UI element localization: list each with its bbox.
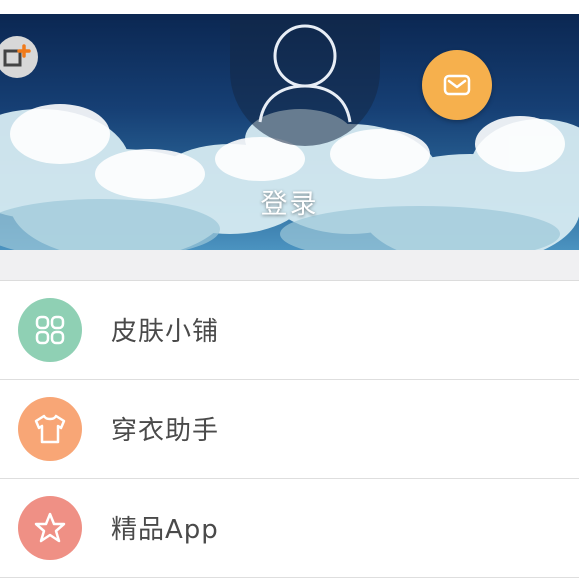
status-bar-strip bbox=[0, 0, 579, 14]
menu-item-label: 皮肤小铺 bbox=[111, 317, 220, 347]
menu-item-label: 穿衣助手 bbox=[111, 416, 220, 446]
star-icon bbox=[18, 496, 82, 560]
shirt-icon bbox=[18, 397, 82, 461]
envelope-icon bbox=[443, 74, 471, 96]
menu-item-featured-apps[interactable]: 精品App bbox=[0, 479, 579, 578]
user-icon bbox=[258, 24, 352, 123]
skin-shop-icon bbox=[18, 298, 82, 362]
profile-header: 登录 bbox=[0, 14, 579, 250]
menu-item-skin-shop[interactable]: 皮肤小铺 bbox=[0, 281, 579, 380]
menu-list: 皮肤小铺 穿衣助手 精品App bbox=[0, 281, 579, 578]
section-divider bbox=[0, 250, 579, 281]
messages-button[interactable] bbox=[422, 50, 492, 120]
avatar[interactable] bbox=[230, 14, 380, 146]
menu-item-outfit-assistant[interactable]: 穿衣助手 bbox=[0, 380, 579, 479]
add-window-icon bbox=[3, 44, 31, 67]
menu-item-label: 精品App bbox=[111, 515, 219, 545]
login-link[interactable]: 登录 bbox=[0, 182, 579, 221]
